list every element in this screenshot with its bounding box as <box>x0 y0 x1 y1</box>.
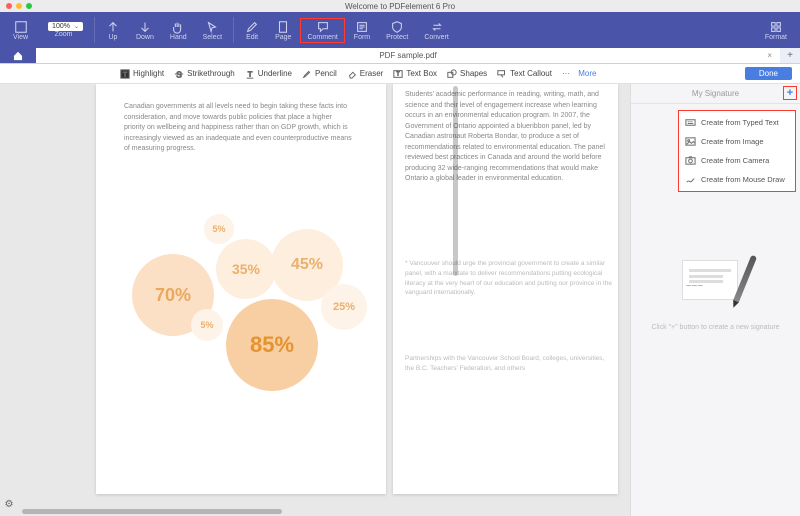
shapes-icon <box>447 69 457 79</box>
titlebar: Welcome to PDFelement 6 Pro <box>0 0 800 12</box>
pencil-icon <box>245 20 259 34</box>
body-text: Partnerships with the Vancouver School B… <box>405 354 615 374</box>
highlight-icon: T <box>120 69 130 79</box>
page-icon <box>276 20 290 34</box>
arrow-up-icon <box>106 20 120 34</box>
arrow-down-icon <box>138 20 152 34</box>
create-from-image[interactable]: Create from Image <box>679 132 795 151</box>
pencil-tool-icon <box>302 69 312 79</box>
comment-button[interactable]: Comment <box>300 18 344 43</box>
svg-text:T: T <box>123 71 127 78</box>
more-dots-icon: ⋯ <box>562 69 570 78</box>
view-label: View <box>13 34 28 41</box>
zoom-label: Zoom <box>55 31 73 38</box>
settings-gear-icon[interactable]: ⚙ <box>5 499 14 510</box>
body-text: * Vancouver should urge the provincial g… <box>405 259 615 298</box>
highlight-button[interactable]: THighlight <box>120 69 164 79</box>
main-ribbon: View 100% ⌄ Zoom Up Down Hand Select Edi… <box>0 12 800 48</box>
panel-header: My Signature + <box>631 84 800 104</box>
add-signature-button[interactable]: + <box>783 86 797 100</box>
draw-icon <box>685 174 696 185</box>
svg-text:T: T <box>397 71 400 77</box>
svg-text:T: T <box>247 69 252 78</box>
shapes-button[interactable]: Shapes <box>447 69 487 79</box>
strikethrough-icon: S <box>174 69 184 79</box>
form-icon <box>355 20 369 34</box>
workspace: ⚙ Canadian governments at all levels nee… <box>0 84 800 516</box>
textbox-button[interactable]: TText Box <box>393 69 437 79</box>
hand-icon <box>171 20 185 34</box>
signature-scribble: ~~~ <box>686 281 704 292</box>
chart-bubble: 85% <box>226 299 318 391</box>
view-button[interactable]: View <box>6 18 35 43</box>
left-gutter: ⚙ <box>0 84 18 516</box>
image-icon <box>685 136 696 147</box>
document-tab[interactable]: PDF sample.pdf × <box>36 48 780 63</box>
panel-hint: Click "+" button to create a new signatu… <box>631 324 800 331</box>
create-from-typed-text[interactable]: Create from Typed Text <box>679 113 795 132</box>
signature-panel: My Signature + Create from Typed Text Cr… <box>630 84 800 516</box>
comment-toolbar: THighlight SStrikethrough TUnderline Pen… <box>0 64 800 84</box>
textbox-icon: T <box>393 69 403 79</box>
close-tab-icon[interactable]: × <box>767 51 772 60</box>
view-icon <box>14 20 28 34</box>
form-button[interactable]: Form <box>347 18 377 43</box>
vertical-scrollbar[interactable] <box>453 86 458 276</box>
zoom-select[interactable]: 100% ⌄ <box>48 22 83 31</box>
signature-preview: ~~~ <box>676 254 756 314</box>
underline-button[interactable]: TUnderline <box>245 69 292 79</box>
edit-button[interactable]: Edit <box>238 18 266 43</box>
horizontal-scrollbar[interactable] <box>22 509 282 514</box>
new-tab-button[interactable]: + <box>780 48 800 63</box>
text-callout-button[interactable]: Text Callout <box>497 69 552 79</box>
pencil-button[interactable]: Pencil <box>302 69 337 79</box>
zoom-value: 100% <box>52 23 70 30</box>
pdf-page-right: Students' academic performance in readin… <box>393 84 618 494</box>
signature-card-graphic <box>682 260 738 300</box>
comment-icon <box>316 20 330 34</box>
callout-icon <box>497 69 507 79</box>
up-button[interactable]: Up <box>99 18 127 43</box>
camera-icon <box>685 155 696 166</box>
protect-button[interactable]: Protect <box>379 18 415 43</box>
chart-bubble: 5% <box>204 214 234 244</box>
format-icon <box>769 20 783 34</box>
chart-bubble: 25% <box>321 284 367 330</box>
cursor-icon <box>205 20 219 34</box>
strikethrough-button[interactable]: SStrikethrough <box>174 69 235 79</box>
down-button[interactable]: Down <box>129 18 161 43</box>
tab-label: PDF sample.pdf <box>379 51 436 60</box>
body-text: Canadian governments at all levels need … <box>124 102 354 155</box>
underline-icon: T <box>245 69 255 79</box>
zoom-button[interactable]: 100% ⌄ Zoom <box>37 18 90 43</box>
convert-icon <box>430 20 444 34</box>
body-text: Students' academic performance in readin… <box>405 90 615 185</box>
panel-title: My Signature <box>692 89 739 98</box>
convert-button[interactable]: Convert <box>417 18 456 43</box>
pdf-page-left: Canadian governments at all levels need … <box>96 84 386 494</box>
create-from-mouse-draw[interactable]: Create from Mouse Draw <box>679 170 795 189</box>
chart-bubble: 35% <box>216 239 276 299</box>
more-button[interactable]: ⋯ More <box>562 69 596 78</box>
chart-bubble: 5% <box>191 309 223 341</box>
done-button[interactable]: Done <box>745 67 792 80</box>
select-button[interactable]: Select <box>196 18 229 43</box>
home-button[interactable] <box>0 48 36 63</box>
eraser-icon <box>347 69 357 79</box>
shield-icon <box>390 20 404 34</box>
format-button[interactable]: Format <box>758 18 794 43</box>
window-title: Welcome to PDFelement 6 Pro <box>0 2 800 11</box>
chevron-down-icon: ⌄ <box>74 23 79 30</box>
page-viewport[interactable]: Canadian governments at all levels need … <box>18 84 630 516</box>
page-button[interactable]: Page <box>268 18 298 43</box>
create-from-camera[interactable]: Create from Camera <box>679 151 795 170</box>
hand-button[interactable]: Hand <box>163 18 194 43</box>
create-signature-menu: Create from Typed Text Create from Image… <box>678 110 796 192</box>
eraser-button[interactable]: Eraser <box>347 69 384 79</box>
tab-bar: PDF sample.pdf × + <box>0 48 800 64</box>
keyboard-icon <box>685 117 696 128</box>
